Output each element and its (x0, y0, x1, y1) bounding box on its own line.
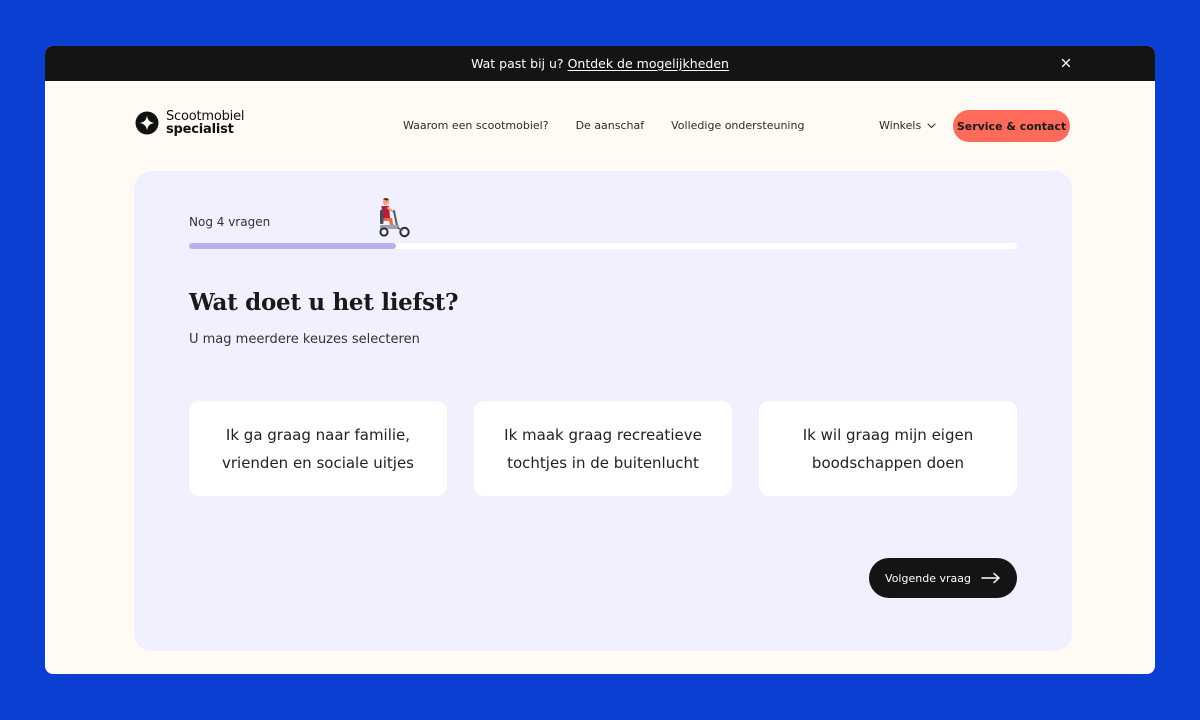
progress-track (189, 243, 1017, 249)
option-boodschappen[interactable]: Ik wil graag mijn eigen boodschappen doe… (759, 401, 1017, 496)
question-title: Wat doet u het liefst? (189, 289, 459, 316)
service-contact-button[interactable]: Service & contact (953, 110, 1070, 142)
site-header: Scootmobiel specialist Waarom een scootm… (45, 81, 1155, 173)
option-label: Ik wil graag mijn eigen boodschappen doe… (803, 421, 974, 477)
browser-window: Wat past bij u? Ontdek de mogelijkheden … (45, 46, 1155, 674)
announcement-text: Wat past bij u? (471, 56, 564, 71)
option-label: Ik ga graag naar familie, vrienden en so… (222, 421, 414, 477)
announcement-bar: Wat past bij u? Ontdek de mogelijkheden (45, 46, 1155, 81)
logo-line-2: specialist (166, 122, 234, 137)
nav-item-waarom[interactable]: Waarom een scootmobiel? (403, 119, 549, 132)
quiz-panel: Nog 4 vragen Wat doet u het liefst? U ma… (134, 171, 1072, 651)
option-line-1: Ik maak graag recreatieve (504, 425, 702, 444)
next-question-button[interactable]: Volgende vraag (869, 558, 1017, 598)
option-recreatief[interactable]: Ik maak graag recreatieve tochtjes in de… (474, 401, 732, 496)
option-line-2: vrienden en sociale uitjes (221, 453, 414, 472)
answer-options: Ik ga graag naar familie, vrienden en so… (189, 401, 1017, 496)
nav-item-aanschaf[interactable]: De aanschaf (576, 119, 645, 132)
scooter-rider-icon (379, 198, 410, 238)
main-nav: Waarom een scootmobiel? De aanschaf Voll… (403, 119, 804, 132)
progress-fill (189, 243, 396, 249)
option-line-1: Ik ga graag naar familie, (225, 425, 411, 444)
logo[interactable]: Scootmobiel specialist (135, 110, 244, 136)
next-question-label: Volgende vraag (885, 571, 971, 585)
close-icon[interactable] (1059, 56, 1073, 70)
logo-wordmark: Scootmobiel specialist (166, 110, 244, 136)
option-line-1: Ik wil graag mijn eigen (802, 425, 974, 444)
option-label: Ik maak graag recreatieve tochtjes in de… (504, 421, 702, 477)
arrow-right-icon (981, 572, 1000, 584)
announcement-link[interactable]: Ontdek de mogelijkheden (568, 56, 729, 71)
winkels-dropdown[interactable]: Winkels (879, 119, 936, 132)
option-line-2: tochtjes in de buitenlucht (507, 453, 699, 472)
progress-label: Nog 4 vragen (189, 215, 271, 229)
question-hint: U mag meerdere keuzes selecteren (189, 332, 420, 347)
option-line-2: boodschappen doen (811, 453, 965, 472)
chevron-down-icon (927, 122, 936, 128)
winkels-label: Winkels (879, 119, 922, 132)
nav-item-ondersteuning[interactable]: Volledige ondersteuning (671, 119, 804, 132)
option-familie[interactable]: Ik ga graag naar familie, vrienden en so… (189, 401, 447, 496)
logo-star-icon (135, 111, 159, 135)
